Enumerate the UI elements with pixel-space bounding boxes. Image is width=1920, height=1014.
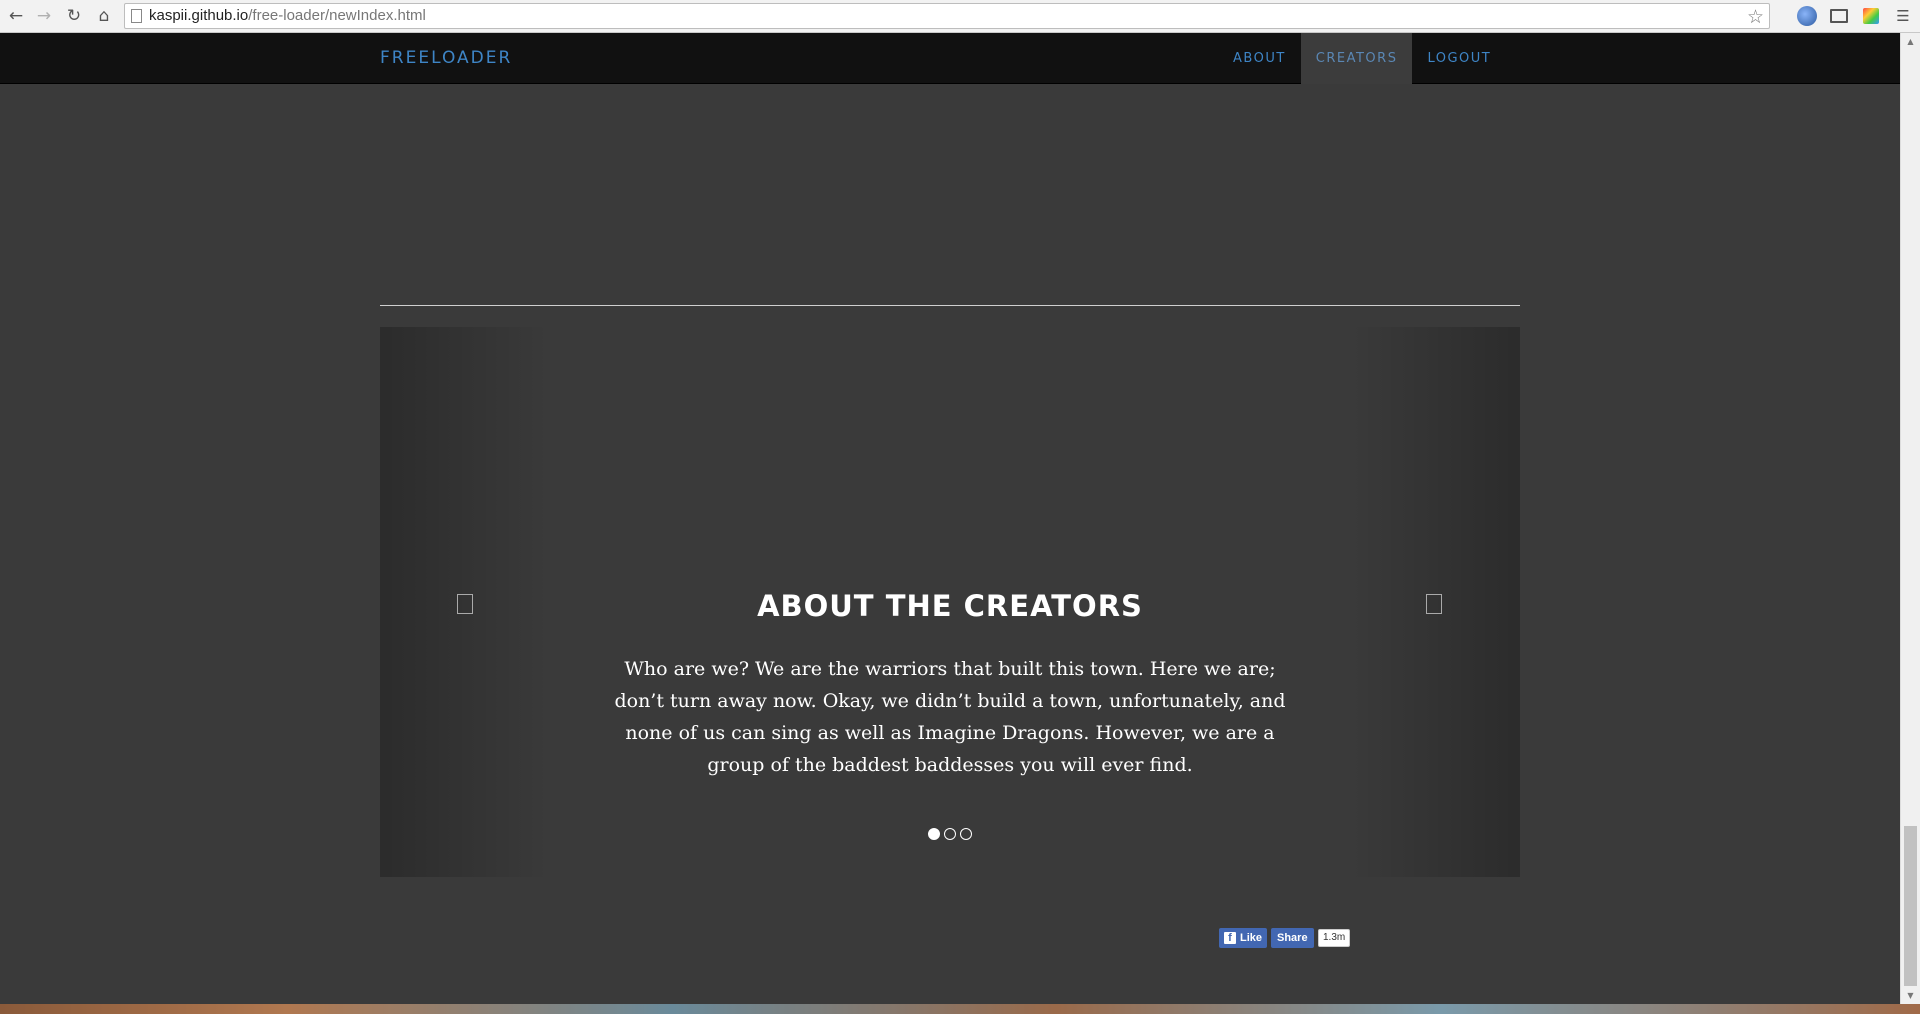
- carousel-caption: ABOUT THE CREATORS Who are we? We are th…: [600, 589, 1300, 781]
- nav-link-creators[interactable]: CREATORS: [1300, 33, 1413, 84]
- scroll-down-icon[interactable]: ▼: [1901, 987, 1920, 1004]
- site-navbar: FREELOADER ABOUT CREATORS LOGOUT: [0, 33, 1900, 84]
- home-icon[interactable]: ⌂: [92, 4, 116, 28]
- forward-icon[interactable]: →: [32, 4, 56, 28]
- back-icon[interactable]: ←: [4, 4, 28, 28]
- facebook-share-button[interactable]: Share: [1271, 928, 1314, 948]
- star-icon[interactable]: ☆: [1747, 5, 1764, 29]
- nav-links: ABOUT CREATORS LOGOUT: [1218, 33, 1506, 84]
- carousel-indicator-2[interactable]: [944, 828, 956, 840]
- scrollbar-thumb[interactable]: [1904, 826, 1917, 986]
- facebook-like-button[interactable]: f Like: [1219, 928, 1268, 948]
- cast-icon[interactable]: [1830, 9, 1848, 23]
- os-taskbar: [0, 1004, 1920, 1014]
- like-label: Like: [1240, 932, 1263, 944]
- reload-icon[interactable]: ↻: [62, 4, 86, 28]
- brand-logo[interactable]: FREELOADER: [380, 33, 512, 84]
- menu-icon[interactable]: ☰: [1893, 6, 1913, 26]
- facebook-like-count: 1.3m: [1318, 929, 1351, 947]
- address-bar[interactable]: kaspii.github.io/free-loader/newIndex.ht…: [124, 3, 1770, 29]
- caption-title: ABOUT THE CREATORS: [757, 589, 1143, 623]
- url-path: /free-loader/newIndex.html: [248, 7, 426, 24]
- scroll-up-icon[interactable]: ▲: [1901, 33, 1920, 50]
- globe-icon[interactable]: [1797, 6, 1817, 26]
- next-icon[interactable]: [1426, 594, 1442, 614]
- facebook-icon: f: [1224, 932, 1236, 944]
- url-host: kaspii.github.io: [149, 7, 249, 24]
- browser-toolbar: ← → ↻ ⌂ kaspii.github.io/free-loader/new…: [0, 0, 1920, 33]
- nav-link-logout[interactable]: LOGOUT: [1412, 33, 1506, 84]
- creators-carousel: ABOUT THE CREATORS Who are we? We are th…: [380, 327, 1520, 877]
- page-scrollbar[interactable]: ▲ ▼: [1900, 33, 1920, 1004]
- caption-text: Who are we? We are the warriors that bui…: [614, 658, 1286, 776]
- carousel-indicator-1[interactable]: [928, 828, 940, 840]
- prev-icon[interactable]: [457, 594, 473, 614]
- carousel-indicators: [928, 828, 972, 840]
- section-divider: [380, 305, 1520, 306]
- nav-link-about[interactable]: ABOUT: [1218, 33, 1301, 84]
- page-icon: [131, 9, 142, 23]
- carousel-indicator-3[interactable]: [960, 828, 972, 840]
- color-picker-icon[interactable]: [1863, 8, 1879, 24]
